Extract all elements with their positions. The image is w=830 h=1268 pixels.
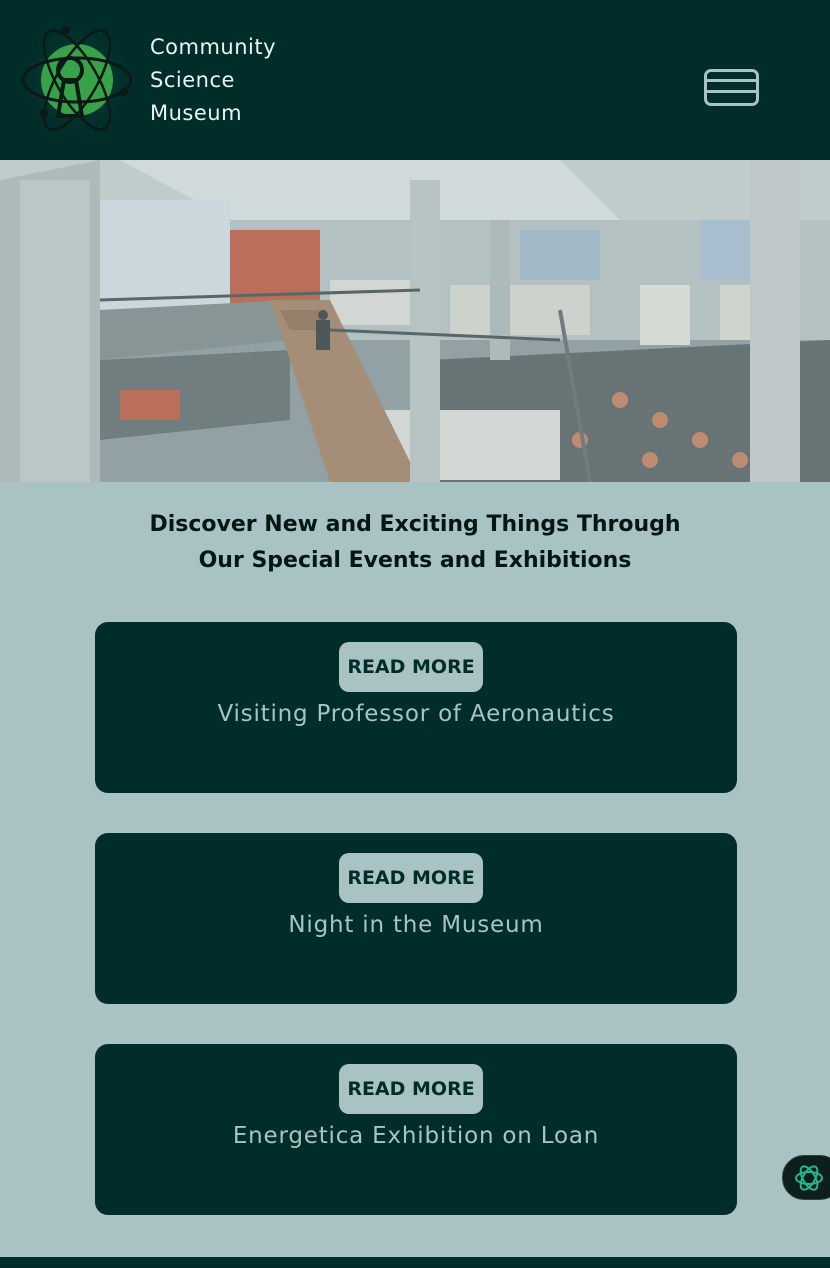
event-title: Visiting Professor of Aeronautics bbox=[217, 701, 615, 727]
read-more-button[interactable]: READ MORE bbox=[339, 1064, 483, 1114]
site-name[interactable]: Community Science Museum bbox=[150, 31, 276, 130]
event-title: Energetica Exhibition on Loan bbox=[232, 1123, 600, 1149]
intro-line: Our Special Events and Exhibitions bbox=[198, 548, 632, 573]
hamburger-menu-icon[interactable] bbox=[704, 69, 759, 106]
hero-overlay bbox=[0, 160, 830, 482]
site-name-line: Science bbox=[150, 68, 235, 92]
site-footer bbox=[0, 1257, 830, 1268]
ai-assistant-icon bbox=[795, 1165, 823, 1191]
site-name-line: Museum bbox=[150, 101, 243, 125]
hero-image bbox=[0, 160, 830, 482]
read-more-button[interactable]: READ MORE bbox=[339, 853, 483, 903]
atom-keyhole-icon[interactable] bbox=[20, 16, 134, 144]
intro-line: Discover New and Exciting Things Through bbox=[149, 512, 681, 537]
event-card: READ MORE Energetica Exhibition on Loan bbox=[95, 1044, 737, 1215]
site-name-line: Community bbox=[150, 35, 277, 59]
site-header: Community Science Museum bbox=[0, 0, 830, 160]
menu-bar bbox=[707, 90, 756, 93]
ai-assistant-button[interactable] bbox=[782, 1155, 830, 1200]
event-card: READ MORE Night in the Museum bbox=[95, 833, 737, 1004]
menu-bar bbox=[707, 79, 756, 82]
read-more-button[interactable]: READ MORE bbox=[339, 642, 483, 692]
event-title: Night in the Museum bbox=[288, 912, 544, 938]
intro-heading: Discover New and Exciting Things Through… bbox=[0, 507, 830, 579]
event-card: READ MORE Visiting Professor of Aeronaut… bbox=[95, 622, 737, 793]
